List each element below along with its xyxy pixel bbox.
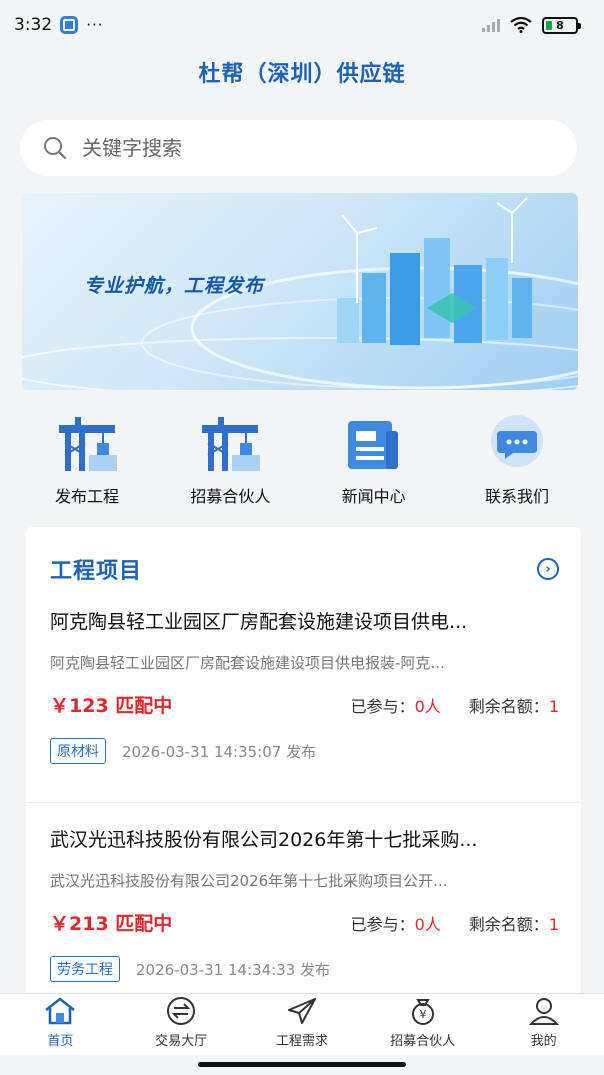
crane-icon: [198, 415, 262, 473]
remaining-count: 剩余名额：1: [469, 693, 559, 717]
tab-label: 我的: [530, 1034, 557, 1049]
status-right: 8: [482, 16, 581, 34]
project-meta: 原材料 2026-03-31 14:35:07 发布: [50, 738, 559, 764]
chat-bubble-icon: [485, 415, 549, 473]
joined-value: 0人: [414, 914, 441, 934]
app-notification-icon: [60, 16, 79, 34]
status-bar: 3:32 ··· 8: [0, 0, 604, 50]
status-left: 3:32 ···: [14, 15, 104, 35]
news-icon: [342, 415, 406, 473]
more-dots-icon: ···: [86, 16, 104, 34]
project-meta: 劳务工程 2026-03-31 14:34:33 发布: [50, 956, 559, 982]
wifi-icon: [510, 17, 532, 33]
tab-label: 招募合伙人: [390, 1034, 456, 1049]
project-tag: 原材料: [50, 738, 106, 764]
battery-icon: 8: [542, 16, 581, 34]
money-bag-icon: ¥: [411, 999, 434, 1025]
paper-plane-icon: [287, 998, 316, 1024]
project-price-row: ￥123 匹配中 已参与：0人 剩余名额：1: [50, 691, 559, 718]
signal-icon: [482, 18, 500, 32]
quick-item-contact-us[interactable]: 联系我们: [452, 415, 582, 510]
home-indicator[interactable]: [198, 1062, 406, 1067]
joined-label: 已参与：: [350, 696, 415, 716]
remaining-count: 剩余名额：1: [469, 911, 559, 935]
project-time: 2026-03-31 14:35:07 发布: [122, 742, 317, 761]
search-icon: [44, 137, 67, 160]
project-description: 武汉光迅科技股份有限公司2026年第十七批采购项目公开...: [50, 872, 448, 890]
project-price: ￥213 匹配中: [50, 913, 173, 935]
project-price: ￥123 匹配中: [50, 695, 173, 717]
quick-item-publish-project[interactable]: 发布工程: [22, 415, 152, 510]
joined-label: 已参与：: [350, 914, 415, 934]
exchange-icon: [167, 997, 196, 1025]
user-icon: [528, 998, 559, 1025]
quick-item-news-center[interactable]: 新闻中心: [309, 415, 439, 510]
remaining-label: 剩余名额：: [468, 696, 549, 716]
tab-project-demand[interactable]: 工程需求: [247, 996, 357, 1049]
status-time: 3:32: [14, 15, 53, 35]
project-tag: 劳务工程: [50, 956, 120, 982]
home-icon: [45, 997, 76, 1025]
svg-text:¥: ¥: [419, 1008, 426, 1021]
app-title: 杜帮（深圳）供应链: [198, 62, 406, 87]
joined-count: 已参与：0人: [351, 693, 441, 717]
tab-trading-hall[interactable]: 交易大厅: [126, 996, 236, 1049]
search-bar[interactable]: [20, 120, 577, 176]
tab-label: 首页: [47, 1034, 74, 1049]
crane-icon: [55, 415, 119, 473]
quick-item-label: 新闻中心: [341, 487, 406, 506]
tab-recruit-partner[interactable]: ¥ 招募合伙人: [368, 996, 478, 1049]
search-input[interactable]: [82, 136, 522, 160]
project-item[interactable]: 阿克陶县轻工业园区厂房配套设施建设项目供电... 阿克陶县轻工业园区厂房配套设施…: [26, 607, 581, 803]
project-stats: 已参与：0人 剩余名额：1: [351, 693, 559, 717]
tab-mine[interactable]: 我的: [489, 996, 599, 1049]
remaining-value: 1: [548, 914, 559, 934]
project-price-row: ￥213 匹配中 已参与：0人 剩余名额：1: [50, 909, 559, 936]
tab-home[interactable]: 首页: [5, 996, 115, 1049]
bottom-tab-bar: 首页 交易大厅 工程需求 ¥ 招募合伙人 我的: [0, 993, 604, 1055]
project-title: 阿克陶县轻工业园区厂房配套设施建设项目供电...: [50, 611, 468, 633]
card-title: 工程项目: [50, 559, 143, 584]
quick-item-label: 发布工程: [54, 487, 119, 506]
remaining-label: 剩余名额：: [468, 914, 549, 934]
project-title: 武汉光迅科技股份有限公司2026年第十七批采购...: [50, 829, 478, 851]
project-time: 2026-03-31 14:34:33 发布: [136, 960, 331, 979]
projects-card: 工程项目 › 阿克陶县轻工业园区厂房配套设施建设项目供电... 阿克陶县轻工业园…: [26, 527, 581, 997]
tab-label: 工程需求: [275, 1034, 328, 1049]
chevron-right-icon[interactable]: ›: [537, 558, 559, 580]
battery-level: 8: [556, 18, 564, 32]
quick-item-label: 联系我们: [484, 487, 549, 506]
project-description: 阿克陶县轻工业园区厂房配套设施建设项目供电报装-阿克...: [50, 654, 445, 672]
quick-menu: 发布工程 招募合伙人 新闻中心 联系我们: [22, 415, 582, 510]
quick-item-recruit-partner[interactable]: 招募合伙人: [165, 415, 295, 510]
quick-item-label: 招募合伙人: [190, 487, 271, 506]
joined-count: 已参与：0人: [351, 911, 441, 935]
promo-banner[interactable]: 专业护航，工程发布: [22, 193, 578, 390]
joined-value: 0人: [414, 696, 441, 716]
project-stats: 已参与：0人 剩余名额：1: [351, 911, 559, 935]
remaining-value: 1: [548, 696, 559, 716]
card-header: 工程项目 ›: [26, 527, 581, 585]
banner-slogan: 专业护航，工程发布: [84, 275, 265, 297]
tab-label: 交易大厅: [155, 1034, 208, 1049]
project-item[interactable]: 武汉光迅科技股份有限公司2026年第十七批采购... 武汉光迅科技股份有限公司2…: [26, 825, 581, 997]
